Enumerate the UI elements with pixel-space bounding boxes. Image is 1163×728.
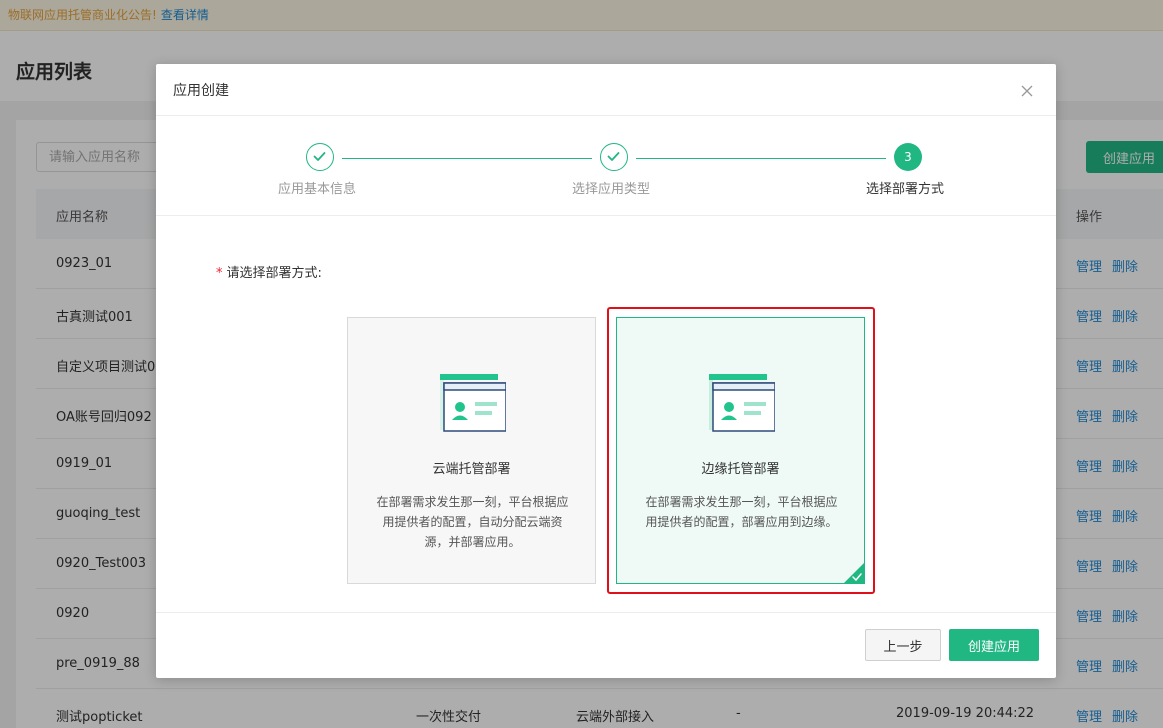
step-connector [342,158,592,159]
close-icon[interactable] [1020,84,1034,98]
modal-title: 应用创建 [173,83,229,99]
option-cloud-desc: 在部署需求发生那一刻，平台根据应用提供者的配置，自动分配云端资源，并部署应用。 [376,495,569,549]
option-cloud-title: 云端托管部署 [432,462,511,477]
prev-step-button[interactable]: 上一步 [865,629,941,661]
step-1-done-icon [306,143,334,171]
deploy-illustration-icon [440,374,506,432]
modal-footer: 上一步 创建应用 [156,612,1056,678]
option-edge-hosting[interactable]: 边缘托管部署 在部署需求发生那一刻，平台根据应用提供者的配置，部署应用到边缘。 [616,317,865,584]
step-2-label: 选择应用类型 [572,182,651,197]
step-2-done-icon [600,143,628,171]
step-1-label: 应用基本信息 [278,182,357,197]
deploy-method-label-text: 请选择部署方式: [226,266,322,281]
option-cloud-hosting[interactable]: 云端托管部署 在部署需求发生那一刻，平台根据应用提供者的配置，自动分配云端资源，… [347,317,596,584]
step-connector [636,158,886,159]
create-app-modal: 应用创建 3 应用基本信息 选择应用类型 选择部署方式 * 请选择部署方式: 云… [156,64,1056,678]
selected-check-icon [844,563,864,583]
option-edge-desc: 在部署需求发生那一刻，平台根据应用提供者的配置，部署应用到边缘。 [645,495,838,529]
steps-bar: 3 应用基本信息 选择应用类型 选择部署方式 [156,116,1056,216]
deploy-illustration-icon [709,374,775,432]
required-mark: * [216,266,223,281]
create-app-submit-button[interactable]: 创建应用 [949,629,1039,661]
option-edge-title: 边缘托管部署 [701,462,780,477]
step-3-label: 选择部署方式 [866,182,945,197]
deploy-method-label: * 请选择部署方式: [216,262,322,281]
step-3-number: 3 [894,143,922,171]
modal-header: 应用创建 [156,64,1056,116]
